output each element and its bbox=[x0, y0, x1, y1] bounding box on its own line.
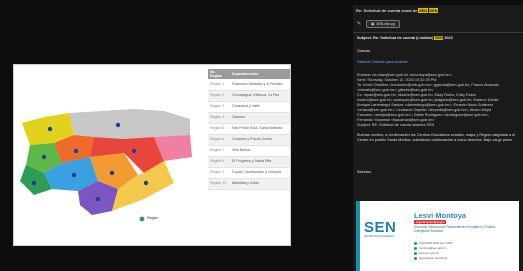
email-title: Re: Solicitud de cuenta zonal de SEN SEN bbox=[356, 8, 519, 13]
region-cell: Región 3 bbox=[208, 101, 230, 113]
contact-email[interactable]: lmontoya@sen.gob.hn bbox=[414, 246, 447, 250]
region-cell: Región 1 bbox=[208, 79, 230, 91]
location-icon bbox=[414, 256, 417, 260]
departments-cell: Choloma y Puerto Cortés bbox=[230, 134, 290, 146]
quoted-line: To: Kevin Ordoñez <kordonez@cnb.gob.hn>;… bbox=[357, 83, 499, 87]
table-header-row: No. Región Departamentos bbox=[208, 69, 290, 79]
quoted-line: Subject: RE: Solicitud de cuenta sistema… bbox=[357, 123, 435, 127]
outlook-link[interactable]: Obtener Outlook para Android bbox=[357, 60, 519, 64]
quoted-line: Cc: mpaz@sen.gob.hn; rduarte@sen.gob.hn;… bbox=[357, 93, 476, 97]
table-row: Región 3 Choluteca y Valle bbox=[208, 101, 290, 113]
table-row: Región 8 El Progreso y Santa Rita bbox=[208, 156, 290, 168]
sen-logo: SEN bbox=[364, 219, 397, 236]
subject-highlight: SEN bbox=[434, 36, 444, 40]
subject-suffix: 2023 bbox=[443, 36, 453, 40]
region-shape-10 bbox=[69, 109, 190, 139]
quoted-line: <enava@sen.gob.hn>; Leobardo Zepeda <lze… bbox=[357, 108, 491, 112]
greeting: Gracias bbox=[357, 49, 371, 53]
signature-role: Ingeniera de Energía bbox=[414, 220, 447, 224]
quoted-line: Sent: Thursday, October 12, 2023 10:32:3… bbox=[357, 78, 437, 82]
region-table: No. Región Departamentos Región 1 Francis… bbox=[208, 69, 290, 190]
departments-cell: El Progreso y Santa Rita bbox=[230, 156, 290, 168]
quoted-line: Enrique Larreategui Santos <dlarreategui… bbox=[357, 103, 494, 107]
table-row: Región 5 San Pedro Sula, Santa Bárbara bbox=[208, 123, 290, 135]
header-region: No. Región bbox=[208, 69, 230, 79]
screen: Región No. Región Departamentos Región 1… bbox=[0, 0, 523, 271]
title-highlight: SEN bbox=[428, 8, 439, 13]
sen-logo-subtitle: SECRETARÍA DE ENERGÍA bbox=[364, 235, 395, 238]
closing: Saludos, bbox=[357, 170, 372, 174]
contact-email-text: lmontoya@sen.gob.hn bbox=[418, 246, 447, 250]
region-cell: Región 10 bbox=[208, 178, 230, 190]
quoted-line: nodero@sen.gob.hn; avasquez@sen.gob.hn; … bbox=[357, 98, 499, 102]
signature-org: Dirección Nacional de Planeamiento Energ… bbox=[414, 225, 496, 233]
region-cell: Región 9 bbox=[208, 167, 230, 179]
departments-cell: Francisco Morazán y el Paraíso bbox=[230, 79, 290, 91]
email-body: Buenas noches, a continuación los Centro… bbox=[357, 133, 516, 142]
contact-location: Tegucigalpa, Honduras bbox=[414, 256, 447, 260]
subject-line: Subject: Re: Solicitud de cuenta (Limita… bbox=[357, 36, 519, 40]
contact-phone: +504 0000-0000, Ext. 1095 bbox=[414, 241, 452, 245]
region-cell: Región 8 bbox=[208, 156, 230, 168]
quoted-line: Fernando Yacaman <fyacaman@sen.gob.hn> bbox=[357, 118, 435, 122]
quoted-line: Enviado via nlaw@sen.gob.hn <lmontoya@se… bbox=[357, 73, 452, 77]
attachment-label: SEN.xlsx.pg bbox=[376, 22, 395, 26]
subject-label: Subject: Re: Solicitud de cuenta (Limita… bbox=[357, 36, 434, 40]
message-toolbar: ✎ ▣ SEN.xlsx.pg bbox=[356, 19, 400, 29]
region-cell: Región 2 bbox=[208, 90, 230, 102]
departments-cell: Olancho bbox=[230, 112, 290, 124]
attachment-icon: ▣ bbox=[371, 22, 375, 26]
departments-cell: Copán, Ocotepeque y Lempira bbox=[230, 167, 290, 179]
quoted-line: Carcamo <amejia@sen.gob.hn>; Darlin Rodr… bbox=[357, 113, 490, 117]
region-slide: Región No. Región Departamentos Región 1… bbox=[13, 64, 291, 246]
table-row: Región 6 Choloma y Puerto Cortés bbox=[208, 134, 290, 146]
signature-name: Lesvi Montoya bbox=[414, 211, 467, 220]
region-cell: Región 5 bbox=[208, 123, 230, 135]
contact-phone-text: +504 0000-0000, Ext. 1095 bbox=[418, 241, 453, 245]
email-panel: Re: Solicitud de cuenta zonal de SEN SEN… bbox=[353, 5, 523, 271]
departments-cell: Comayagua, Intibucá, La Paz bbox=[230, 90, 290, 102]
map-legend-label: Región bbox=[147, 216, 159, 220]
mail-icon bbox=[414, 246, 417, 250]
signature-accent-bar bbox=[356, 201, 360, 271]
table-row: Región 7 Villa Nueva bbox=[208, 145, 290, 157]
contact-web-text: www.sen.gob.hn bbox=[418, 251, 440, 255]
map-svg bbox=[20, 109, 192, 222]
email-signature: SEN SECRETARÍA DE ENERGÍA Lesvi Montoya … bbox=[356, 201, 519, 271]
table-row: Región 4 Olancho bbox=[208, 112, 290, 124]
globe-icon bbox=[414, 251, 417, 255]
departments-cell: San Pedro Sula, Santa Bárbara bbox=[230, 123, 290, 135]
quoted-line: <rtarrafa@sen.gob.hn>; gflores@sen.gob.h… bbox=[357, 88, 434, 92]
table-row: Región 2 Comayagua, Intibucá, La Paz bbox=[208, 90, 290, 102]
table-row: Región 1 Francisco Morazán y el Paraíso bbox=[208, 79, 290, 91]
departments-cell: Choluteca y Valle bbox=[230, 101, 290, 113]
departments-cell: Villa Nueva bbox=[230, 145, 290, 157]
title-highlight: SEN bbox=[418, 8, 428, 13]
table-row: Región 9 Copán, Ocotepeque y Lempira bbox=[208, 167, 290, 179]
region-cell: Región 7 bbox=[208, 145, 230, 157]
email-title-text: Re: Solicitud de cuenta zonal de bbox=[356, 8, 418, 13]
divider bbox=[353, 32, 523, 33]
edit-icon[interactable]: ✎ bbox=[356, 21, 362, 27]
region-cell: Región 4 bbox=[208, 112, 230, 124]
contact-web[interactable]: www.sen.gob.hn bbox=[414, 251, 439, 255]
departments-cell: Atlántida y Colón bbox=[230, 178, 290, 190]
attachment-chip[interactable]: ▣ SEN.xlsx.pg bbox=[366, 20, 400, 28]
header-departments: Departamentos bbox=[230, 69, 290, 79]
region-cell: Región 6 bbox=[208, 134, 230, 146]
contact-location-text: Tegucigalpa, Honduras bbox=[418, 256, 448, 260]
table-row: Región 10 Atlántida y Colón bbox=[208, 178, 290, 190]
phone-icon bbox=[414, 241, 417, 245]
honduras-region-map: Región bbox=[14, 65, 199, 247]
